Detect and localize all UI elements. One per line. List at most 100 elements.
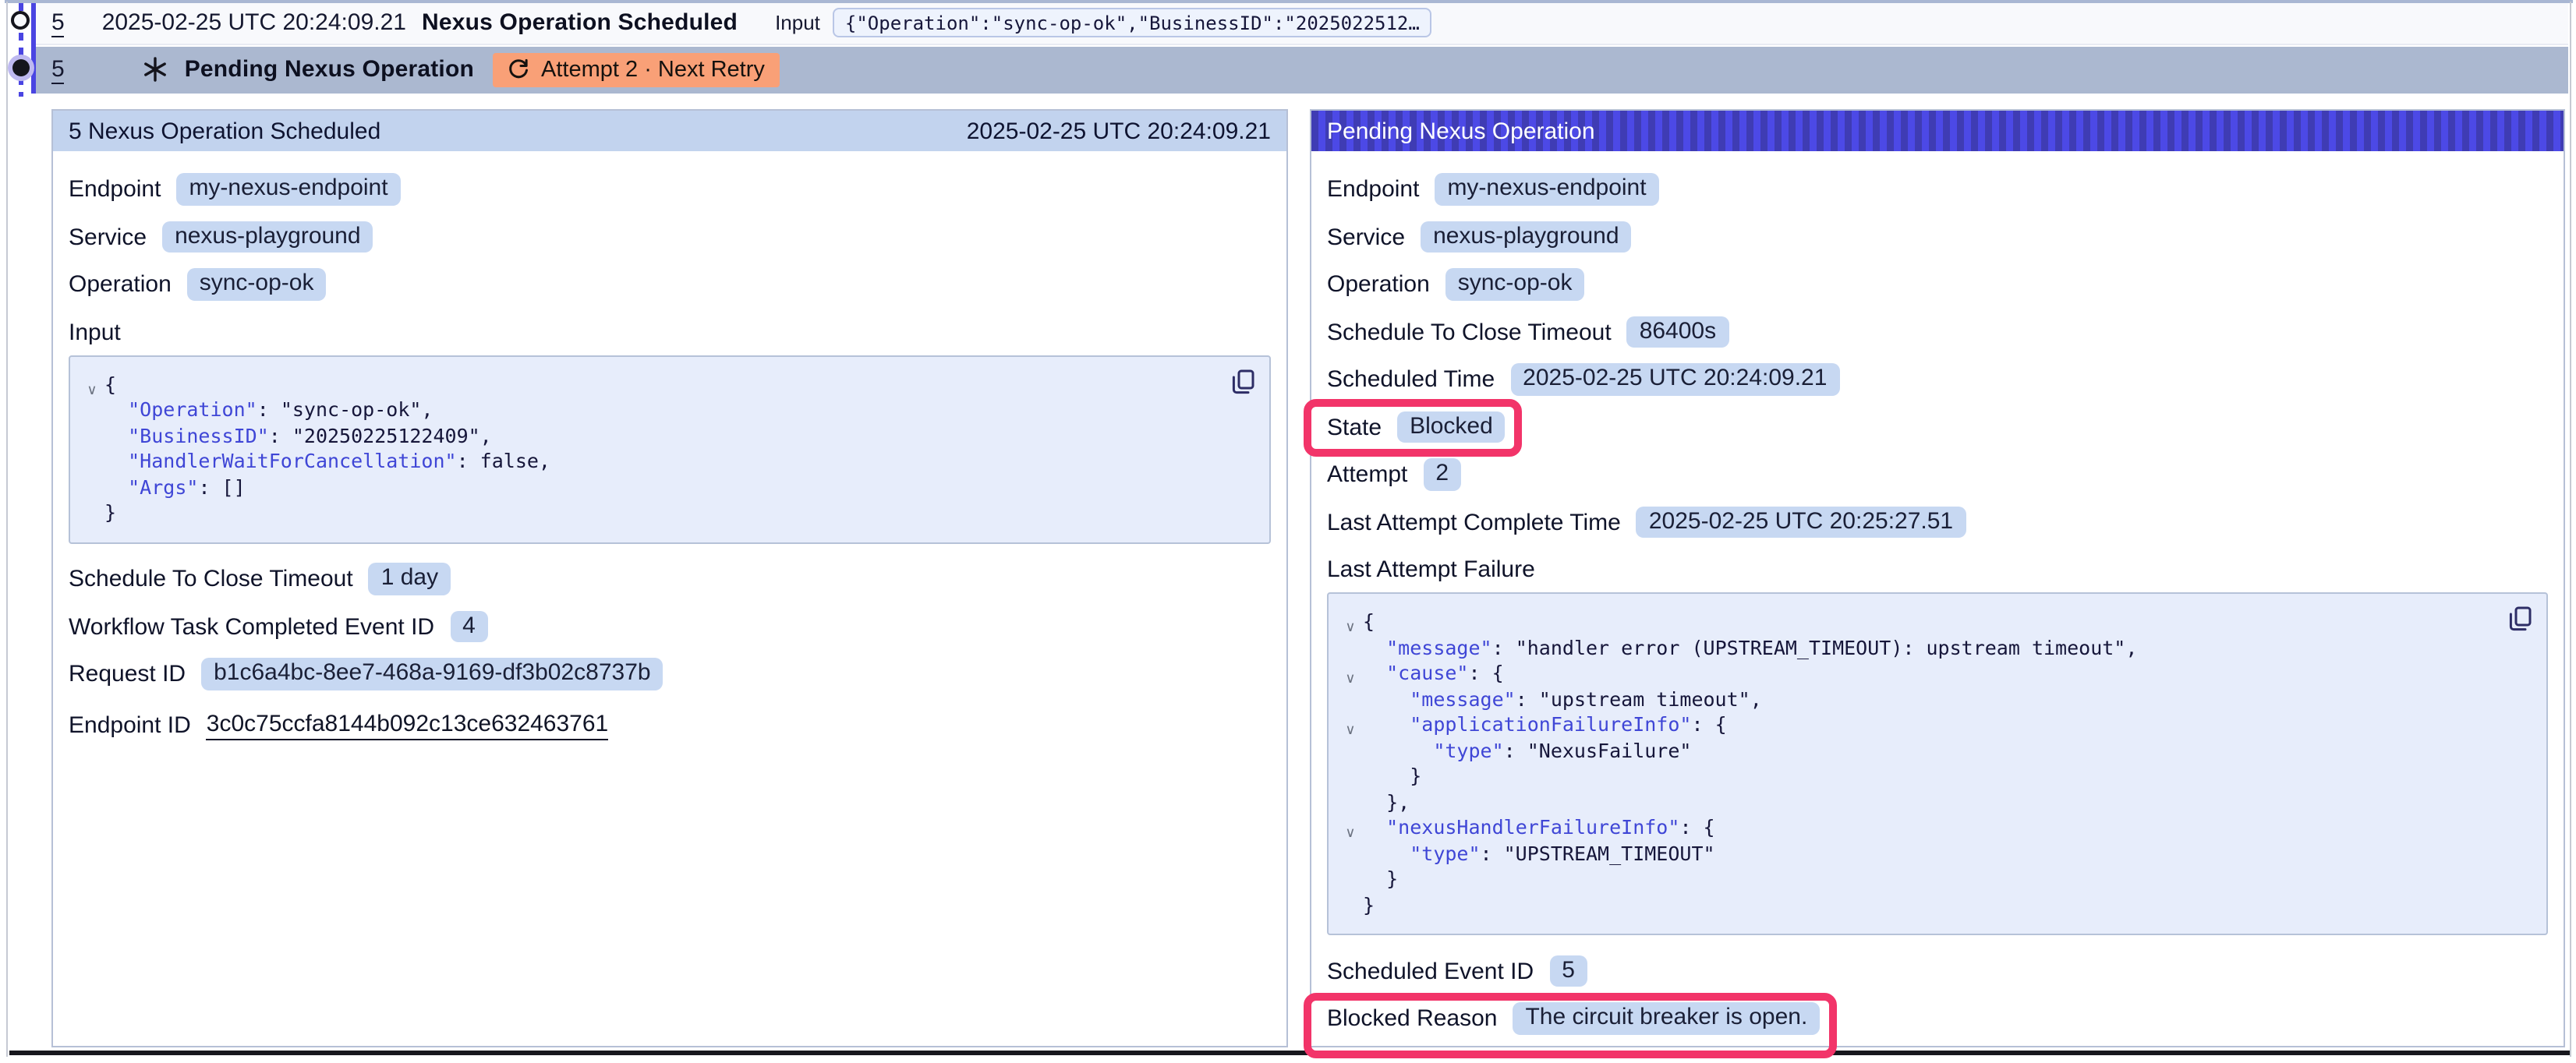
input-section-label: Input xyxy=(69,319,1271,345)
event-timestamp: 2025-02-25 UTC 20:24:09.21 xyxy=(102,10,406,37)
field-label: Scheduled Event ID xyxy=(1327,958,1534,984)
field-label: Schedule To Close Timeout xyxy=(1327,319,1612,345)
field-attempt: Attempt 2 xyxy=(1327,457,1461,492)
history-event-detail-view: 5 2025-02-25 UTC 20:24:09.21 Nexus Opera… xyxy=(0,0,2576,1063)
window-bottom-border xyxy=(9,1051,2570,1054)
field-value-chip: 2025-02-25 UTC 20:25:27.51 xyxy=(1637,507,1966,539)
field-label: Endpoint xyxy=(69,176,161,203)
field-label: Service xyxy=(1327,224,1405,250)
failure-section-label: Last Attempt Failure xyxy=(1327,556,2548,583)
gutter-spacer xyxy=(80,479,104,505)
endpoint-id-link[interactable]: 3c0c75ccfa8144b092c13ce632463761 xyxy=(207,711,608,740)
code-line: "message": "handler error (UPSTREAM_TIME… xyxy=(1363,635,2137,661)
copy-icon[interactable] xyxy=(1232,369,1255,394)
field-label: State xyxy=(1327,414,1382,440)
field-value-chip: my-nexus-endpoint xyxy=(176,174,400,206)
field-endpoint: Endpoint my-nexus-endpoint xyxy=(69,172,401,207)
copy-icon[interactable] xyxy=(2509,606,2532,631)
field-blocked-reason: Blocked Reason The circuit breaker is op… xyxy=(1327,1001,1820,1036)
code-line: }, xyxy=(1363,789,1410,815)
field-value-chip: 2025-02-25 UTC 20:24:09.21 xyxy=(1510,364,1839,396)
blocked-reason-value-chip: The circuit breaker is open. xyxy=(1513,1003,1820,1035)
field-value-chip: sync-op-ok xyxy=(1445,269,1585,301)
code-line: } xyxy=(104,500,116,526)
field-service: Service nexus-playground xyxy=(1327,220,1632,254)
field-value-chip: 2 xyxy=(1423,459,1461,491)
state-field-highlighted: State Blocked xyxy=(1327,410,1506,444)
field-label: Operation xyxy=(69,271,172,298)
field-endpoint-id: Endpoint ID 3c0c75ccfa8144b092c13ce63246… xyxy=(69,708,608,743)
field-operation: Operation sync-op-ok xyxy=(69,267,326,302)
field-state: State Blocked xyxy=(1327,410,1506,444)
gutter-spacer xyxy=(80,402,104,428)
field-last-attempt-complete-time: Last Attempt Complete Time 2025-02-25 UT… xyxy=(1327,505,1966,539)
field-label: Endpoint xyxy=(1327,176,1419,203)
field-label: Operation xyxy=(1327,271,1430,298)
event-title: Nexus Operation Scheduled xyxy=(422,10,738,37)
field-endpoint: Endpoint my-nexus-endpoint xyxy=(1327,172,1659,207)
failure-json-block: ∨{ "message": "handler error (UPSTREAM_T… xyxy=(1327,592,2548,935)
field-label: Schedule To Close Timeout xyxy=(69,566,353,592)
gutter-spacer xyxy=(1338,846,1363,871)
code-line: } xyxy=(1363,764,1421,789)
event-id-link[interactable]: 5 xyxy=(51,56,65,84)
field-service: Service nexus-playground xyxy=(69,220,373,254)
event-input-label: Input xyxy=(775,12,820,35)
attempt-retry-badge[interactable]: Attempt 2 · Next Retry xyxy=(493,52,780,87)
event-id-link[interactable]: 5 xyxy=(51,9,65,37)
gutter-spacer xyxy=(1338,871,1363,897)
gutter-spacer xyxy=(80,428,104,454)
window-left-border xyxy=(6,2,8,1057)
code-line: } xyxy=(1363,892,1375,918)
chevron-down-icon[interactable]: ∨ xyxy=(1338,614,1363,640)
gutter-spacer xyxy=(1338,691,1363,717)
pending-operation-panel: Pending Nexus Operation Endpoint my-nexu… xyxy=(1310,109,2565,1047)
chevron-down-icon[interactable]: ∨ xyxy=(80,376,104,402)
pending-panel-header: Pending Nexus Operation xyxy=(1311,111,2564,151)
gutter-spacer xyxy=(1338,743,1363,768)
retry-icon xyxy=(507,58,530,81)
code-line: "type": "UPSTREAM_TIMEOUT" xyxy=(1363,841,1715,867)
field-request-id: Request ID b1c6a4bc-8ee7-468a-9169-df3b0… xyxy=(69,657,663,691)
field-schedule-to-close-timeout: Schedule To Close Timeout 86400s xyxy=(1327,315,1729,349)
code-line: "Args": [] xyxy=(104,475,246,500)
code-line: { xyxy=(104,372,116,397)
field-label: Attempt xyxy=(1327,461,1407,488)
field-value-chip: 1 day xyxy=(369,563,451,595)
event-row-pending[interactable]: 5 Pending Nexus Operation Attempt 2 · Ne… xyxy=(36,46,2568,94)
pending-asterisk-icon xyxy=(143,57,169,83)
field-label: Endpoint ID xyxy=(69,712,191,739)
code-line: "applicationFailureInfo": { xyxy=(1363,712,1727,738)
event-input-preview-chip[interactable]: {"Operation":"sync-op-ok","BusinessID":"… xyxy=(833,9,1432,38)
event-row-scheduled[interactable]: 5 2025-02-25 UTC 20:24:09.21 Nexus Opera… xyxy=(36,3,2568,44)
code-line: "type": "NexusFailure" xyxy=(1363,738,1691,764)
field-label: Scheduled Time xyxy=(1327,366,1495,393)
field-label: Blocked Reason xyxy=(1327,1005,1497,1032)
code-line: "cause": { xyxy=(1363,661,1504,687)
chevron-down-icon[interactable]: ∨ xyxy=(1338,820,1363,846)
panel-timestamp: 2025-02-25 UTC 20:24:09.21 xyxy=(967,118,1271,144)
gutter-spacer xyxy=(80,505,104,531)
code-line: "message": "upstream timeout", xyxy=(1363,687,1762,712)
gutter-spacer xyxy=(80,454,104,479)
window-right-border xyxy=(2570,2,2571,1057)
chevron-down-icon[interactable]: ∨ xyxy=(1338,666,1363,691)
field-value-chip: nexus-playground xyxy=(1421,221,1632,253)
input-json-block: ∨{ "Operation": "sync-op-ok", "BusinessI… xyxy=(69,355,1271,543)
field-value-chip: 4 xyxy=(450,611,488,643)
timeline-marker-filled-icon xyxy=(12,59,29,76)
field-label: Service xyxy=(69,224,147,250)
field-scheduled-event-id: Scheduled Event ID 5 xyxy=(1327,954,1587,988)
field-scheduled-time: Scheduled Time 2025-02-25 UTC 20:24:09.2… xyxy=(1327,362,1839,397)
field-value-chip: my-nexus-endpoint xyxy=(1435,174,1658,206)
event-title: Pending Nexus Operation xyxy=(185,57,474,83)
chevron-down-icon[interactable]: ∨ xyxy=(1338,717,1363,743)
field-value-chip: b1c6a4bc-8ee7-468a-9169-df3b02c8737b xyxy=(201,659,663,690)
gutter-spacer xyxy=(1338,794,1363,820)
field-value-chip: 5 xyxy=(1549,955,1587,987)
code-line: "BusinessID": "20250225122409", xyxy=(104,423,492,449)
panel-title: Pending Nexus Operation xyxy=(1327,118,1595,144)
field-label: Last Attempt Complete Time xyxy=(1327,509,1621,535)
code-line: } xyxy=(1363,867,1398,892)
panel-title: 5 Nexus Operation Scheduled xyxy=(69,118,380,144)
